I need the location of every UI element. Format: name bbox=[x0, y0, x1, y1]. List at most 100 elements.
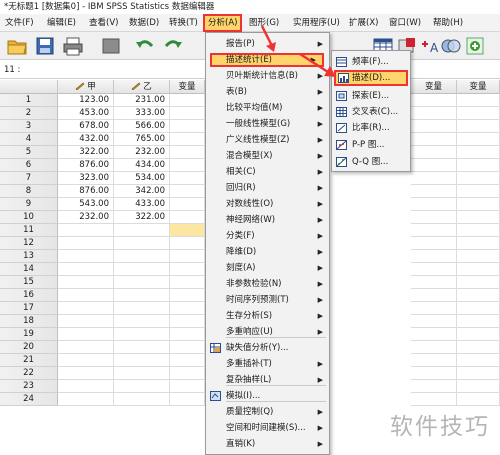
grid-cell[interactable]: 322.00 bbox=[114, 211, 170, 224]
analyze-menu-item[interactable]: 对数线性(O) ▶ bbox=[206, 197, 329, 211]
grid-cell[interactable]: 432.00 bbox=[58, 133, 114, 146]
grid-cell[interactable] bbox=[170, 133, 205, 146]
grid-cell[interactable]: 232.00 bbox=[114, 146, 170, 159]
grid-cell[interactable] bbox=[411, 289, 457, 302]
grid-cell[interactable]: 534.00 bbox=[114, 172, 170, 185]
grid-cell[interactable]: 231.00 bbox=[114, 94, 170, 107]
grid-cell[interactable] bbox=[58, 302, 114, 315]
row-header[interactable]: 24 bbox=[0, 393, 58, 406]
spell-check-icon[interactable] bbox=[464, 36, 486, 56]
grid-cell[interactable] bbox=[170, 211, 205, 224]
grid-cell[interactable] bbox=[411, 224, 457, 237]
grid-cell[interactable] bbox=[58, 224, 114, 237]
descriptive-submenu-item[interactable]: P-P 图... bbox=[332, 137, 410, 153]
grid-cell[interactable] bbox=[411, 341, 457, 354]
grid-cell[interactable] bbox=[170, 146, 205, 159]
grid-cell[interactable]: 566.00 bbox=[114, 120, 170, 133]
row-header[interactable]: 11 bbox=[0, 224, 58, 237]
grid-cell[interactable] bbox=[170, 354, 205, 367]
row-header[interactable]: 18 bbox=[0, 315, 58, 328]
grid-cell[interactable]: 342.00 bbox=[114, 185, 170, 198]
grid-cell[interactable] bbox=[457, 328, 500, 341]
grid-cell[interactable] bbox=[411, 133, 457, 146]
descriptive-submenu-item[interactable]: 频率(F)... bbox=[332, 54, 410, 70]
grid-cell[interactable] bbox=[114, 315, 170, 328]
grid-cell[interactable] bbox=[170, 120, 205, 133]
grid-cell[interactable] bbox=[411, 393, 457, 406]
grid-cell[interactable]: 543.00 bbox=[58, 198, 114, 211]
grid-cell[interactable]: 232.00 bbox=[58, 211, 114, 224]
grid-cell[interactable] bbox=[58, 328, 114, 341]
redo-icon[interactable] bbox=[162, 36, 184, 56]
grid-cell[interactable] bbox=[170, 276, 205, 289]
analyze-menu-item[interactable]: 降维(D) ▶ bbox=[206, 245, 329, 259]
grid-cell[interactable] bbox=[457, 120, 500, 133]
menu-view[interactable]: 查看(V) bbox=[86, 14, 121, 32]
analyze-menu-item[interactable]: 回归(R) ▶ bbox=[206, 181, 329, 195]
grid-cell[interactable] bbox=[114, 354, 170, 367]
grid-cell[interactable] bbox=[457, 211, 500, 224]
grid-cell[interactable] bbox=[114, 302, 170, 315]
row-header[interactable]: 6 bbox=[0, 159, 58, 172]
menu-file[interactable]: 文件(F) bbox=[2, 14, 37, 32]
row-header[interactable]: 10 bbox=[0, 211, 58, 224]
row-header[interactable]: 19 bbox=[0, 328, 58, 341]
descriptive-submenu-item[interactable]: 比率(R)... bbox=[332, 120, 410, 136]
grid-cell[interactable] bbox=[114, 224, 170, 237]
undo-icon[interactable] bbox=[134, 36, 156, 56]
grid-cell[interactable] bbox=[411, 263, 457, 276]
grid-cell[interactable] bbox=[457, 237, 500, 250]
grid-cell[interactable] bbox=[457, 159, 500, 172]
analyze-menu-item[interactable]: 一般线性模型(G) ▶ bbox=[206, 117, 329, 131]
grid-cell[interactable] bbox=[58, 263, 114, 276]
grid-cell[interactable] bbox=[58, 341, 114, 354]
analyze-menu-item[interactable]: 描述统计(E) ▶ bbox=[210, 53, 324, 67]
grid-cell[interactable] bbox=[411, 172, 457, 185]
print-icon[interactable] bbox=[62, 36, 84, 56]
analyze-menu-item[interactable]: 多重插补(T) ▶ bbox=[206, 357, 329, 371]
column-header-var[interactable]: 变量 bbox=[170, 80, 205, 94]
grid-cell[interactable]: 453.00 bbox=[58, 107, 114, 120]
grid-cell[interactable] bbox=[457, 146, 500, 159]
grid-cell[interactable] bbox=[114, 328, 170, 341]
grid-cell[interactable] bbox=[170, 224, 205, 237]
grid-cell[interactable] bbox=[411, 198, 457, 211]
analyze-menu-item[interactable]: 直销(K) ▶ bbox=[206, 437, 329, 451]
grid-cell[interactable] bbox=[114, 276, 170, 289]
row-header[interactable]: 22 bbox=[0, 367, 58, 380]
grid-cell[interactable] bbox=[170, 94, 205, 107]
grid-cell[interactable] bbox=[457, 354, 500, 367]
grid-cell[interactable] bbox=[457, 276, 500, 289]
grid-cell[interactable] bbox=[114, 367, 170, 380]
grid-cell[interactable] bbox=[58, 250, 114, 263]
analyze-menu-item[interactable]: 生存分析(S) ▶ bbox=[206, 309, 329, 323]
menu-data[interactable]: 数据(D) bbox=[126, 14, 162, 32]
grid-cell[interactable] bbox=[170, 159, 205, 172]
grid-corner[interactable] bbox=[0, 80, 58, 94]
grid-cell[interactable] bbox=[170, 237, 205, 250]
grid-cell[interactable] bbox=[457, 302, 500, 315]
analyze-menu-item[interactable]: 分类(F) ▶ bbox=[206, 229, 329, 243]
grid-cell[interactable] bbox=[411, 146, 457, 159]
menu-transform[interactable]: 转换(T) bbox=[166, 14, 201, 32]
grid-cell[interactable]: 333.00 bbox=[114, 107, 170, 120]
grid-cell[interactable] bbox=[114, 250, 170, 263]
grid-cell[interactable] bbox=[411, 120, 457, 133]
row-header[interactable]: 15 bbox=[0, 276, 58, 289]
analyze-menu-item[interactable]: 非参数检验(N) ▶ bbox=[206, 277, 329, 291]
grid-cell[interactable] bbox=[457, 380, 500, 393]
grid-cell[interactable] bbox=[457, 250, 500, 263]
grid-cell[interactable] bbox=[457, 393, 500, 406]
grid-cell[interactable] bbox=[58, 367, 114, 380]
row-header[interactable]: 2 bbox=[0, 107, 58, 120]
grid-cell[interactable] bbox=[58, 380, 114, 393]
row-header[interactable]: 12 bbox=[0, 237, 58, 250]
grid-cell[interactable]: 323.00 bbox=[58, 172, 114, 185]
row-header[interactable]: 13 bbox=[0, 250, 58, 263]
grid-cell[interactable] bbox=[170, 315, 205, 328]
grid-cell[interactable] bbox=[411, 276, 457, 289]
row-header[interactable]: 16 bbox=[0, 289, 58, 302]
column-header-yi[interactable]: 乙 bbox=[114, 80, 170, 94]
analyze-menu-item[interactable]: 报告(P) ▶ bbox=[206, 37, 329, 51]
row-header[interactable]: 17 bbox=[0, 302, 58, 315]
